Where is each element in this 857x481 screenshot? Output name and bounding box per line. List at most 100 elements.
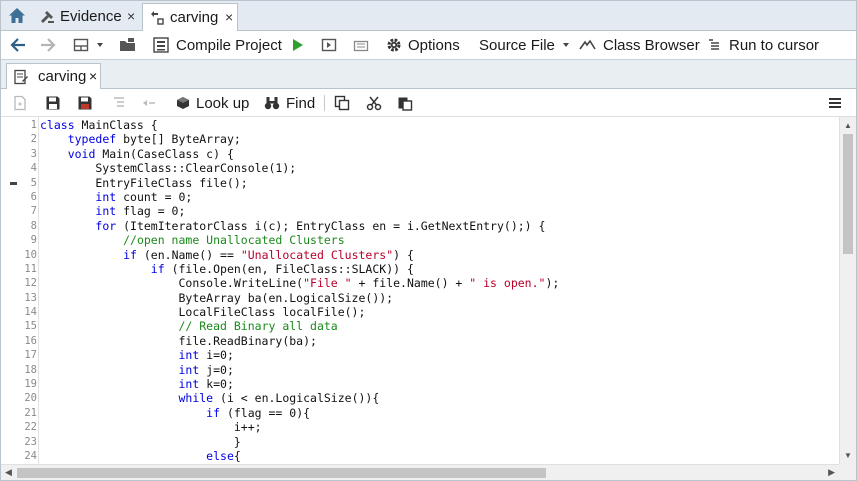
code-text[interactable]: int flag = 0;	[40, 204, 185, 218]
outdent-button[interactable]	[141, 92, 157, 114]
code-text[interactable]: while (i < en.LogicalSize()){	[40, 391, 379, 405]
code-line[interactable]: 2 typedef byte[] ByteArray;	[1, 132, 839, 146]
run-button[interactable]	[291, 34, 305, 56]
code-line[interactable]: 22 i++;	[1, 420, 839, 434]
tab-carving[interactable]: carving ×	[142, 3, 238, 32]
code-text[interactable]: int k=0;	[40, 377, 233, 391]
forward-button[interactable]	[39, 34, 57, 56]
code-text[interactable]: if (file.Open(en, FileClass::SLACK)) {	[40, 262, 414, 276]
options-button[interactable]: Options	[386, 34, 460, 56]
cut-button[interactable]	[366, 92, 382, 114]
code-line[interactable]: 13 ByteArray ba(en.LogicalSize());	[1, 291, 839, 305]
code-line[interactable]: 18 int j=0;	[1, 363, 839, 377]
source-file-dropdown[interactable]: Source File	[479, 34, 571, 56]
paste-button[interactable]	[397, 92, 413, 114]
line-number: 15	[24, 320, 37, 333]
step-over-button[interactable]	[353, 34, 369, 56]
code-line[interactable]: 5 EntryFileClass file();	[1, 176, 839, 190]
horizontal-scroll-thumb[interactable]	[17, 468, 546, 478]
editor-tab-carving[interactable]: carving ×	[6, 63, 101, 90]
look-up-label: Look up	[196, 94, 250, 112]
save-all-icon	[78, 96, 92, 110]
code-line[interactable]: 16 file.ReadBinary(ba);	[1, 334, 839, 348]
code-text[interactable]: i++;	[40, 420, 262, 434]
code-line[interactable]: 15 // Read Binary all data	[1, 319, 839, 333]
code-text[interactable]: class MainClass {	[40, 118, 158, 132]
back-button[interactable]	[9, 34, 27, 56]
code-line[interactable]: 11 if (file.Open(en, FileClass::SLACK)) …	[1, 262, 839, 276]
code-line[interactable]: 20 while (i < en.LogicalSize()){	[1, 391, 839, 405]
run-to-cursor-button[interactable]: Run to cursor	[707, 34, 819, 56]
code-line[interactable]: 23 }	[1, 435, 839, 449]
code-text[interactable]: int count = 0;	[40, 190, 192, 204]
code-line[interactable]: 14 LocalFileClass localFile();	[1, 305, 839, 319]
code-text[interactable]: typedef byte[] ByteArray;	[40, 132, 241, 146]
code-line[interactable]: 19 int k=0;	[1, 377, 839, 391]
code-text[interactable]: }	[40, 435, 241, 449]
code-text[interactable]: EntryFileClass file();	[40, 176, 247, 190]
scroll-down-icon[interactable]: ▼	[844, 451, 852, 460]
compile-project-button[interactable]: Compile Project	[152, 34, 282, 56]
step-into-button[interactable]	[321, 34, 337, 56]
code-line[interactable]: 17 int i=0;	[1, 348, 839, 362]
vertical-scrollbar[interactable]: ▲ ▼	[839, 117, 856, 464]
code-editor[interactable]: 1 class MainClass {2 typedef byte[] ByteA…	[1, 117, 856, 464]
code-line[interactable]: 12 Console.WriteLine("File " + file.Name…	[1, 276, 839, 290]
code-line[interactable]: 10 if (en.Name() == "Unallocated Cluster…	[1, 248, 839, 262]
indent-icon	[114, 97, 124, 107]
tab-evidence[interactable]: Evidence ×	[33, 3, 141, 31]
line-number: 16	[24, 334, 37, 347]
scroll-right-icon[interactable]: ▶	[828, 467, 835, 478]
code-text[interactable]: void Main(CaseClass c) {	[40, 147, 234, 161]
code-line[interactable]: 1 class MainClass {	[1, 118, 839, 132]
open-folder-button[interactable]	[119, 34, 137, 56]
code-text[interactable]: ByteArray ba(en.LogicalSize());	[40, 291, 393, 305]
save-button[interactable]	[45, 92, 61, 114]
code-text[interactable]: if (en.Name() == "Unallocated Clusters")…	[40, 248, 414, 262]
code-text[interactable]: file.ReadBinary(ba);	[40, 334, 316, 348]
code-text[interactable]: // Read Binary all data	[40, 319, 337, 333]
run-to-cursor-icon	[709, 39, 719, 50]
scroll-up-icon[interactable]: ▲	[844, 121, 852, 130]
scrollbar-corner	[839, 464, 856, 480]
home-icon[interactable]	[7, 6, 27, 26]
horizontal-scrollbar[interactable]: ◀ ▶	[1, 464, 839, 480]
code-text[interactable]: int j=0;	[40, 363, 233, 377]
code-line[interactable]: 24 else{	[1, 449, 839, 463]
step-into-icon	[321, 38, 337, 52]
close-icon[interactable]: ×	[225, 9, 233, 25]
look-up-button[interactable]: Look up	[176, 92, 249, 114]
code-line[interactable]: 4 SystemClass::ClearConsole(1);	[1, 161, 839, 175]
code-text[interactable]: //open name Unallocated Clusters	[40, 233, 345, 247]
indent-button[interactable]	[111, 92, 127, 114]
line-number: 22	[24, 421, 37, 434]
code-line[interactable]: 9 //open name Unallocated Clusters	[1, 233, 839, 247]
copy-button[interactable]	[334, 92, 350, 114]
find-button[interactable]: Find	[264, 92, 315, 114]
code-text[interactable]: else{	[40, 449, 241, 463]
step-over-icon	[353, 40, 369, 52]
code-line[interactable]: 7 int flag = 0;	[1, 204, 839, 218]
close-icon[interactable]: ×	[127, 8, 135, 24]
code-text[interactable]: int i=0;	[40, 348, 233, 362]
code-text[interactable]: if (flag == 0){	[40, 406, 310, 420]
code-line[interactable]: 3 void Main(CaseClass c) {	[1, 147, 839, 161]
code-line[interactable]: 6 int count = 0;	[1, 190, 839, 204]
arrow-right-icon	[41, 38, 56, 52]
scroll-left-icon[interactable]: ◀	[5, 467, 12, 478]
layout-dropdown-button[interactable]	[73, 34, 105, 56]
code-text[interactable]: LocalFileClass localFile();	[40, 305, 365, 319]
new-file-button[interactable]	[12, 92, 28, 114]
code-text[interactable]: SystemClass::ClearConsole(1);	[40, 161, 296, 175]
code-text[interactable]: for (ItemIteratorClass i(c); EntryClass …	[40, 219, 545, 233]
code-area[interactable]: 1 class MainClass {2 typedef byte[] ByteA…	[1, 118, 839, 463]
close-icon[interactable]: ×	[89, 68, 97, 84]
menu-button[interactable]	[827, 92, 843, 114]
code-text[interactable]: Console.WriteLine("File " + file.Name() …	[40, 276, 559, 290]
arrow-left-icon	[10, 38, 25, 52]
vertical-scroll-thumb[interactable]	[843, 134, 853, 254]
save-all-button[interactable]	[77, 92, 93, 114]
code-line[interactable]: 8 for (ItemIteratorClass i(c); EntryClas…	[1, 219, 839, 233]
code-line[interactable]: 21 if (flag == 0){	[1, 406, 839, 420]
class-browser-button[interactable]: Class Browser	[579, 34, 700, 56]
